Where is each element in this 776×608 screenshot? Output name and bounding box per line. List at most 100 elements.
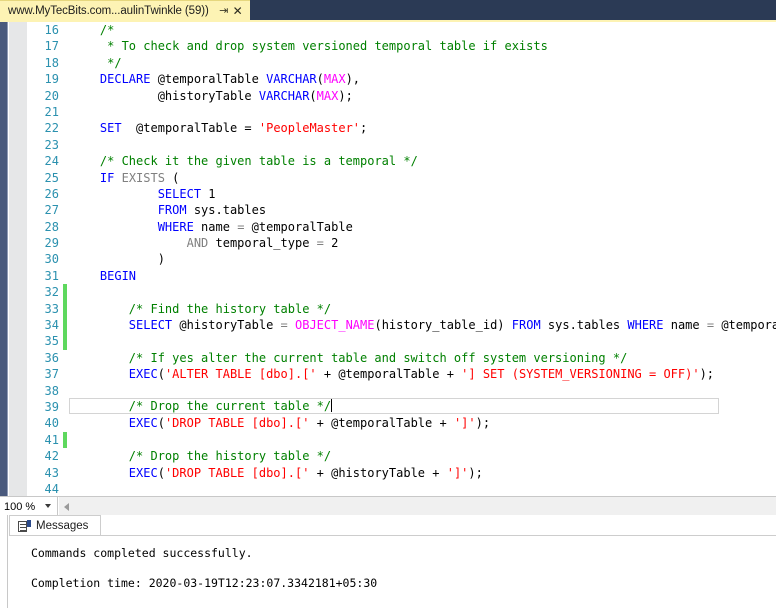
code-lines-container[interactable]: 16 /*17 * To check and drop system versi… [29,22,776,496]
code-line[interactable]: 40 EXEC('DROP TABLE [dbo].[' + @temporal… [29,415,776,431]
code-line[interactable]: 39 /* Drop the current table */ [29,399,776,415]
horizontal-scrollbar[interactable] [58,497,776,516]
code-line[interactable]: 34 SELECT @historyTable = OBJECT_NAME(hi… [29,317,776,333]
code-token: DECLARE [100,72,151,86]
code-token [71,39,100,53]
code-token: SELECT [129,318,172,332]
code-token: = [317,236,324,250]
pin-icon[interactable]: ⇥ [217,3,231,19]
change-bar-empty [63,104,67,120]
code-token: = [281,318,288,332]
change-bar-empty [63,137,67,153]
scroll-left-button[interactable] [59,497,73,516]
code-line[interactable]: 17 * To check and drop system versioned … [29,38,776,54]
code-token: + @temporalTable + [309,416,454,430]
code-token: sys.tables [187,203,266,217]
code-token: temporal_type [208,236,316,250]
chevron-left-icon [64,503,69,511]
code-token: FROM [158,203,187,217]
code-token: EXISTS [122,171,165,185]
code-line[interactable]: 43 EXEC('DROP TABLE [dbo].[' + @historyT… [29,465,776,481]
code-line[interactable]: 30 ) [29,251,776,267]
code-token: ) [71,252,165,266]
code-line[interactable]: 18 */ [29,55,776,71]
code-line[interactable]: 25 IF EXISTS ( [29,170,776,186]
code-token [71,121,100,135]
messages-output[interactable]: Commands completed successfully.Completi… [9,536,776,608]
change-bar-empty [63,219,67,235]
line-number: 25 [29,170,59,186]
zoom-level-dropdown[interactable]: 100 % [0,497,58,516]
code-line-text: /* Find the history table */ [71,302,331,316]
code-line-text: ) [71,252,165,266]
code-line[interactable]: 21 [29,104,776,120]
code-line[interactable]: 24 /* Check it the given table is a temp… [29,153,776,169]
change-bar-empty [63,383,67,399]
message-line: Completion time: 2020-03-19T12:23:07.334… [31,575,776,591]
code-line[interactable]: 37 EXEC('ALTER TABLE [dbo].[' + @tempora… [29,366,776,382]
code-line[interactable]: 29 AND temporal_type = 2 [29,235,776,251]
code-token: WHERE [158,220,194,234]
code-token: OBJECT_NAME [295,318,374,332]
line-number: 17 [29,38,59,54]
change-bar-indicator [63,284,67,300]
line-number: 26 [29,186,59,202]
code-line[interactable]: 44 [29,481,776,496]
code-token: /* If yes alter the current table and sw… [129,351,628,365]
text-cursor [331,399,332,412]
code-line-text: EXEC('ALTER TABLE [dbo].[' + @temporalTa… [71,367,714,381]
results-left-margin [0,515,8,608]
code-line[interactable]: 36 /* If yes alter the current table and… [29,350,776,366]
chevron-down-icon[interactable] [45,504,51,508]
code-line[interactable]: 28 WHERE name = @temporalTable [29,219,776,235]
code-token: VARCHAR [266,72,317,86]
code-token: = [707,318,714,332]
close-icon[interactable]: ✕ [231,3,245,19]
code-token [288,318,295,332]
code-token: @historyTable [71,89,259,103]
code-line[interactable]: 19 DECLARE @temporalTable VARCHAR(MAX), [29,71,776,87]
code-line-text: DECLARE @temporalTable VARCHAR(MAX), [71,72,360,86]
code-line[interactable]: 35 [29,333,776,349]
line-number: 24 [29,153,59,169]
code-line[interactable]: 32 [29,284,776,300]
code-token: name [194,220,237,234]
code-token: (history_table_id) [374,318,511,332]
document-tab-query[interactable]: www.MyTecBits.com...aulinTwinkle (59)) ⇥… [0,0,250,20]
code-line[interactable]: 22 SET @temporalTable = 'PeopleMaster'; [29,120,776,136]
line-number: 31 [29,268,59,284]
editor-indicator-margin[interactable] [9,22,28,496]
code-line-text: SET @temporalTable = 'PeopleMaster'; [71,121,367,135]
code-token [71,466,129,480]
code-line[interactable]: 27 FROM sys.tables [29,202,776,218]
code-line[interactable]: 42 /* Drop the history table */ [29,448,776,464]
editor-status-row: 100 % [0,496,776,515]
change-bar-empty [63,71,67,87]
sql-editor[interactable]: 16 /*17 * To check and drop system versi… [0,22,776,496]
code-token [71,416,129,430]
code-token [71,367,129,381]
code-line[interactable]: 41 [29,432,776,448]
tab-messages[interactable]: Messages [9,515,101,536]
code-token: ); [338,89,352,103]
code-token: ']' [447,466,469,480]
line-number: 19 [29,71,59,87]
code-line[interactable]: 38 [29,383,776,399]
change-bar-empty [63,202,67,218]
change-bar-empty [63,38,67,54]
code-line[interactable]: 23 [29,137,776,153]
code-token [71,449,129,463]
code-line[interactable]: 16 /* [29,22,776,38]
line-number: 21 [29,104,59,120]
code-line-text: EXEC('DROP TABLE [dbo].[' + @temporalTab… [71,416,490,430]
code-line[interactable]: 26 SELECT 1 [29,186,776,202]
line-number: 22 [29,120,59,136]
code-token: ( [317,72,324,86]
code-line[interactable]: 33 /* Find the history table */ [29,301,776,317]
code-line[interactable]: 20 @historyTable VARCHAR(MAX); [29,88,776,104]
line-number: 43 [29,465,59,481]
code-token: FROM [512,318,541,332]
code-line-text: IF EXISTS ( [71,171,179,185]
code-line[interactable]: 31 BEGIN [29,268,776,284]
change-bar-empty [63,170,67,186]
